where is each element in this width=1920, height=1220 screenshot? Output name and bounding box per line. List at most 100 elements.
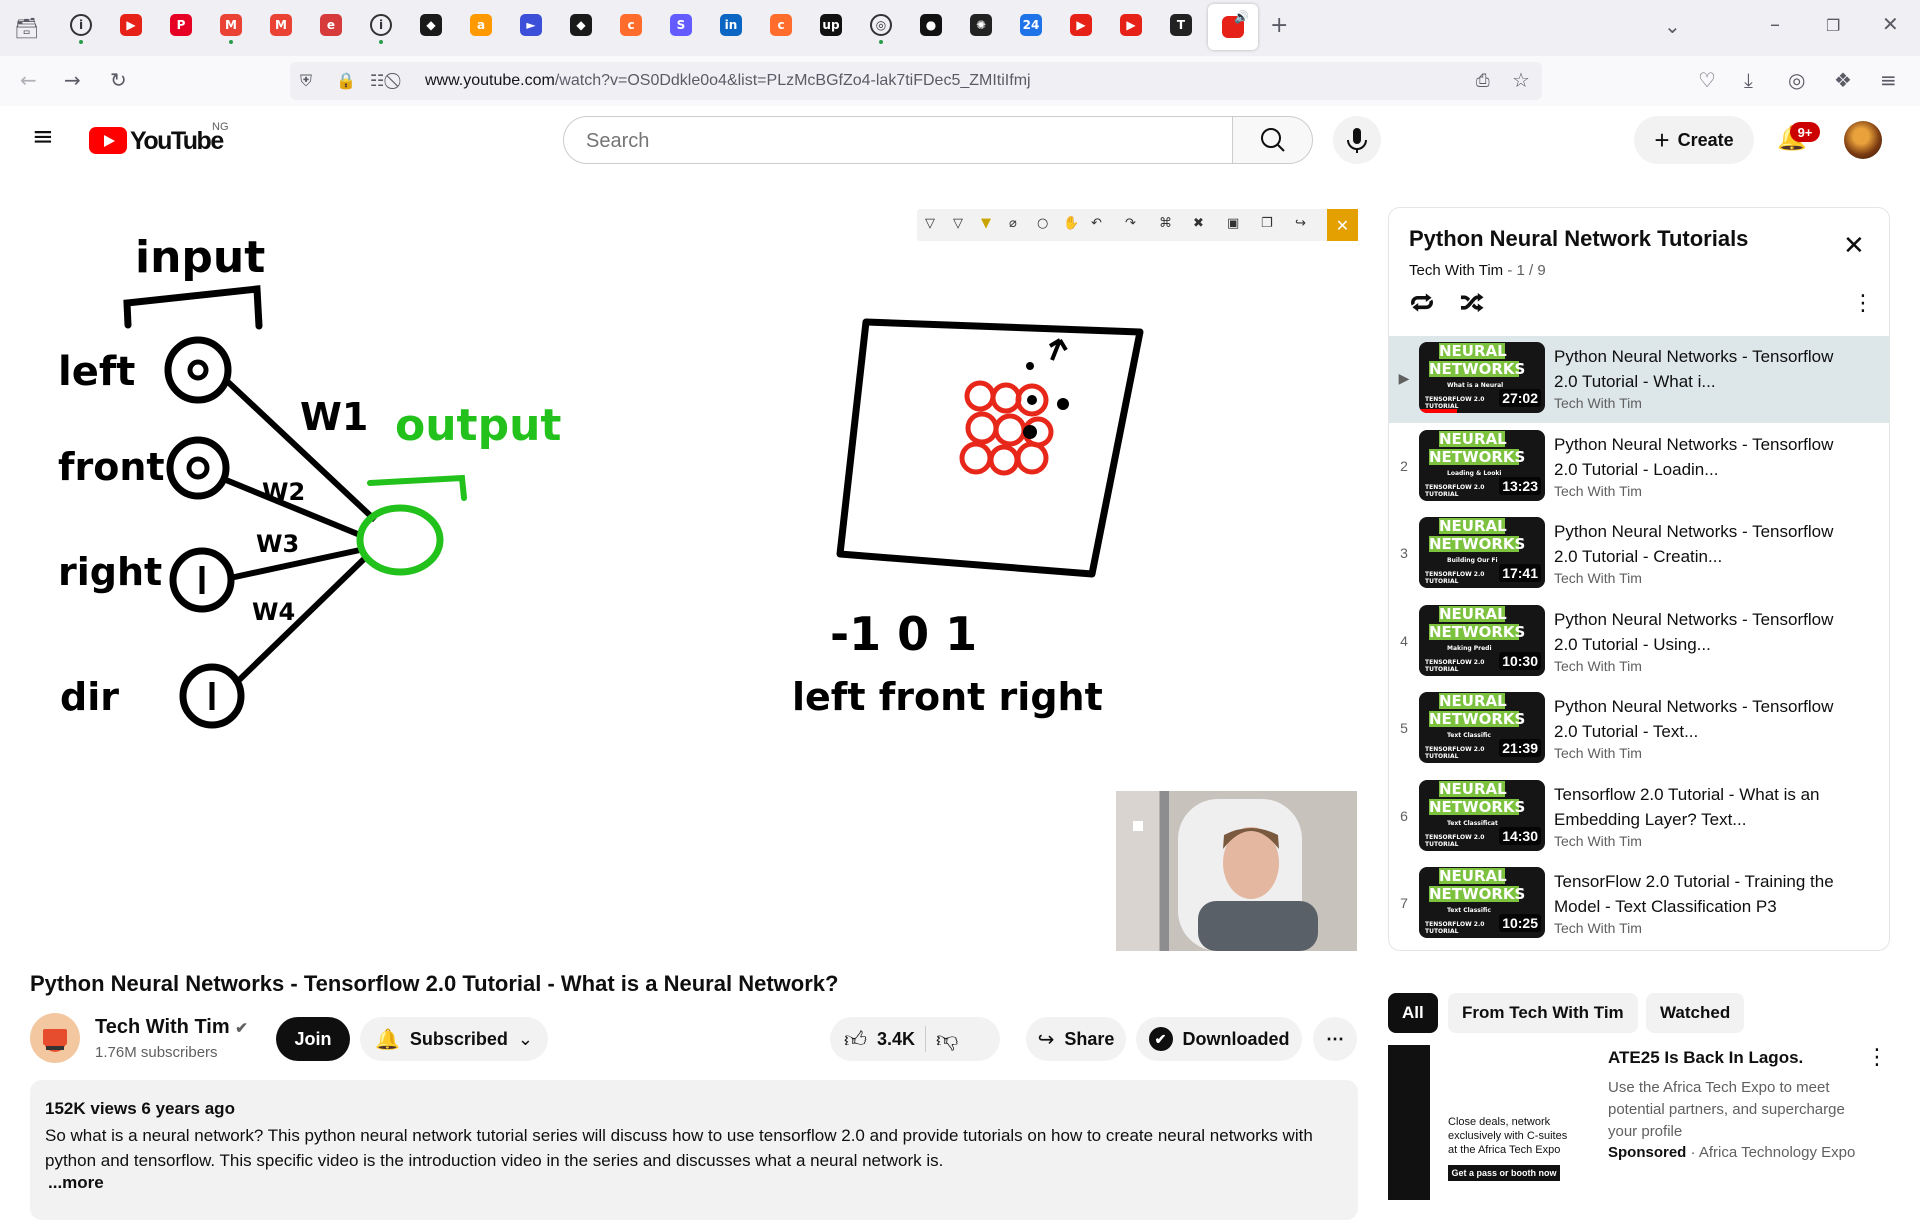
info-icon[interactable]: i bbox=[370, 14, 392, 36]
chip-all[interactable]: All bbox=[1388, 993, 1438, 1033]
shuffle-icon[interactable]: 🔀︎ bbox=[1460, 292, 1484, 316]
close-playlist-icon[interactable]: ✕ bbox=[1843, 233, 1865, 259]
news-icon[interactable]: 24 bbox=[1020, 14, 1042, 36]
join-button[interactable]: Join bbox=[276, 1017, 350, 1061]
redo-icon[interactable]: ↷ bbox=[1125, 216, 1136, 231]
save-icon[interactable]: ▣ bbox=[1227, 216, 1239, 231]
search-input[interactable] bbox=[584, 129, 1188, 154]
copy-icon[interactable]: ❐ bbox=[1261, 216, 1273, 231]
tracking-shield-icon[interactable]: ⛨ bbox=[300, 71, 312, 91]
circle-tool-icon[interactable]: ○ bbox=[1037, 216, 1048, 231]
stripe-icon[interactable]: S bbox=[670, 14, 692, 36]
info-icon[interactable]: i bbox=[70, 14, 92, 36]
edge-icon[interactable]: e bbox=[320, 14, 342, 36]
minimize-button[interactable]: – bbox=[1770, 14, 1780, 34]
permissions-icon[interactable]: ☷ bbox=[370, 71, 384, 91]
ad-thumbnail[interactable]: Close deals, network exclusively with C-… bbox=[1388, 1045, 1584, 1200]
shield-icon[interactable]: ◆ bbox=[420, 14, 442, 36]
like-icon[interactable]: 👍︎ bbox=[844, 1026, 867, 1053]
ad-title[interactable]: ATE25 Is Back In Lagos. bbox=[1608, 1048, 1803, 1068]
playlist-item-title[interactable]: Python Neural Networks - Tensorflow 2.0 … bbox=[1554, 607, 1834, 657]
playlist-item-thumbnail[interactable]: NEURAL NETWORKS Loading & Looki TENSORFLOW … bbox=[1419, 429, 1545, 501]
ad-more-vertical-icon[interactable]: ⋮ bbox=[1866, 1047, 1888, 1069]
show-more-link[interactable]: ...more bbox=[48, 1173, 104, 1193]
playlist-item-title[interactable]: Tensorflow 2.0 Tutorial - What is an Emb… bbox=[1554, 782, 1834, 832]
pinterest-icon[interactable]: P bbox=[170, 14, 192, 36]
playlist-item[interactable]: 7 NEURAL NETWORKS Text Classific TENSORFLOW … bbox=[1389, 861, 1889, 948]
channel-name[interactable]: Tech With Tim ✔ bbox=[95, 1016, 248, 1039]
youtube-logo-icon[interactable] bbox=[89, 127, 127, 154]
pocket-icon[interactable]: ♡ bbox=[1698, 70, 1716, 90]
undo-icon[interactable]: ↶ bbox=[1091, 216, 1102, 231]
playlist-item-thumbnail[interactable]: NEURAL NETWORKS Making Predi TENSORFLOW 2.0… bbox=[1419, 604, 1545, 676]
playlist-item[interactable]: ▶ NEURAL NETWORKS What is a Neural TENSORFLO… bbox=[1389, 336, 1889, 423]
youtube-icon[interactable]: ▶ bbox=[120, 14, 142, 36]
playlist-title[interactable]: Python Neural Network Tutorials bbox=[1409, 226, 1748, 252]
marker-icon[interactable]: ▽ bbox=[953, 216, 963, 231]
playlist-item-title[interactable]: TensorFlow 2.0 Tutorial - Training the M… bbox=[1554, 869, 1834, 919]
playlist-item[interactable]: 4 NEURAL NETWORKS Making Predi TENSORFLOW 2.… bbox=[1389, 599, 1889, 686]
advertiser-name[interactable]: · Africa Technology Expo bbox=[1686, 1144, 1856, 1161]
cpanel-icon[interactable]: c bbox=[620, 14, 642, 36]
playlist-item-thumbnail[interactable]: NEURAL NETWORKS Text Classificat TENSORFLOW… bbox=[1419, 779, 1545, 851]
github-icon[interactable]: ● bbox=[920, 14, 942, 36]
gmail-icon[interactable]: M bbox=[220, 14, 242, 36]
chip-watched[interactable]: Watched bbox=[1646, 993, 1745, 1033]
voice-search-button[interactable] bbox=[1333, 116, 1381, 164]
highlighter-icon[interactable]: ▼ bbox=[981, 216, 991, 231]
shield-icon[interactable]: ◆ bbox=[570, 14, 592, 36]
reader-view-icon[interactable]: ⎙ bbox=[1476, 71, 1490, 91]
youtube-icon[interactable]: ▶ bbox=[1120, 14, 1142, 36]
linkedin-icon[interactable]: in bbox=[720, 14, 742, 36]
share-icon[interactable]: ↪ bbox=[1295, 216, 1306, 231]
more-vertical-icon[interactable]: ⋮ bbox=[1852, 293, 1874, 315]
playlist-item-title[interactable]: Python Neural Networks - Tensorflow 2.0 … bbox=[1554, 432, 1834, 482]
search-box[interactable] bbox=[563, 116, 1233, 164]
playlist-item[interactable]: 2 NEURAL NETWORKS Loading & Looki TENSORFLOW… bbox=[1389, 424, 1889, 511]
youtube-icon[interactable]: ▶ bbox=[1070, 14, 1092, 36]
restore-button[interactable]: ❐ bbox=[1826, 16, 1840, 36]
more-actions-button[interactable]: ⋯ bbox=[1313, 1017, 1357, 1061]
app-icon[interactable]: T bbox=[1170, 14, 1192, 36]
create-button[interactable]: + Create bbox=[1634, 116, 1754, 164]
playlist-channel[interactable]: Tech With Tim bbox=[1409, 262, 1503, 279]
downloaded-button[interactable]: ✔ Downloaded bbox=[1136, 1017, 1302, 1061]
downloads-icon[interactable]: ⤓ bbox=[1744, 70, 1753, 90]
youtube-logo-text[interactable]: YouTube bbox=[130, 127, 224, 156]
playlist-item-title[interactable]: Python Neural Networks - Tensorflow 2.0 … bbox=[1554, 694, 1834, 744]
bookmark-star-icon[interactable]: ☆ bbox=[1512, 70, 1530, 90]
gmail-icon[interactable]: M bbox=[270, 14, 292, 36]
playlist-item[interactable]: 6 NEURAL NETWORKS Text Classificat TENSORFLO… bbox=[1389, 774, 1889, 861]
hand-icon[interactable]: ✋ bbox=[1063, 216, 1079, 231]
audio-playing-icon[interactable]: 🔊 bbox=[1234, 10, 1249, 24]
chip-from-channel[interactable]: From Tech With Tim bbox=[1448, 993, 1638, 1033]
arrow-icon[interactable]: ► bbox=[520, 14, 542, 36]
like-count[interactable]: 3.4K bbox=[877, 1029, 915, 1050]
tab-list-icon[interactable]: 🗃 bbox=[14, 18, 39, 38]
subscribed-button[interactable]: 🔔 Subscribed ⌄ bbox=[360, 1017, 548, 1061]
account-icon[interactable]: ◎ bbox=[1788, 70, 1805, 90]
crop-icon[interactable]: ⌘ bbox=[1159, 216, 1172, 231]
close-window-button[interactable]: ✕ bbox=[1882, 14, 1899, 34]
trash-icon[interactable]: ✖ bbox=[1193, 216, 1204, 231]
active-tab[interactable]: 🔊 bbox=[1208, 4, 1258, 50]
tab-overflow-chevron-icon[interactable]: ⌄ bbox=[1664, 16, 1681, 36]
playlist-item[interactable]: 3 NEURAL NETWORKS Building Our Fi TENSORFLOW… bbox=[1389, 511, 1889, 598]
toolbar-close-button[interactable]: ✕ bbox=[1327, 209, 1358, 241]
dislike-icon[interactable]: 👎︎ bbox=[936, 1026, 958, 1053]
openai-icon[interactable]: ✺ bbox=[970, 14, 992, 36]
hamburger-menu-icon[interactable]: ≡ bbox=[32, 124, 54, 150]
playlist-item-title[interactable]: Python Neural Networks - Tensorflow 2.0 … bbox=[1554, 344, 1834, 394]
user-avatar[interactable] bbox=[1844, 121, 1882, 159]
lock-icon[interactable]: 🔒 bbox=[336, 71, 356, 91]
extensions-icon[interactable]: ❖ bbox=[1834, 70, 1852, 90]
playlist-item-title[interactable]: Python Neural Networks - Tensorflow 2.0 … bbox=[1554, 519, 1834, 569]
new-tab-button[interactable]: + bbox=[1270, 15, 1288, 37]
playlist-item-thumbnail[interactable]: NEURAL NETWORKS Text Classific TENSORFLOW 2… bbox=[1419, 867, 1545, 938]
reload-button[interactable]: ↻ bbox=[110, 70, 127, 90]
back-button[interactable]: ← bbox=[20, 70, 37, 90]
pen-icon[interactable]: ▽ bbox=[925, 216, 935, 231]
upwork-icon[interactable]: up bbox=[820, 14, 842, 36]
url-text[interactable]: www.youtube.com/watch?v=OS0Ddkle0o4&list… bbox=[425, 72, 1031, 90]
amazon-icon[interactable]: a bbox=[470, 14, 492, 36]
